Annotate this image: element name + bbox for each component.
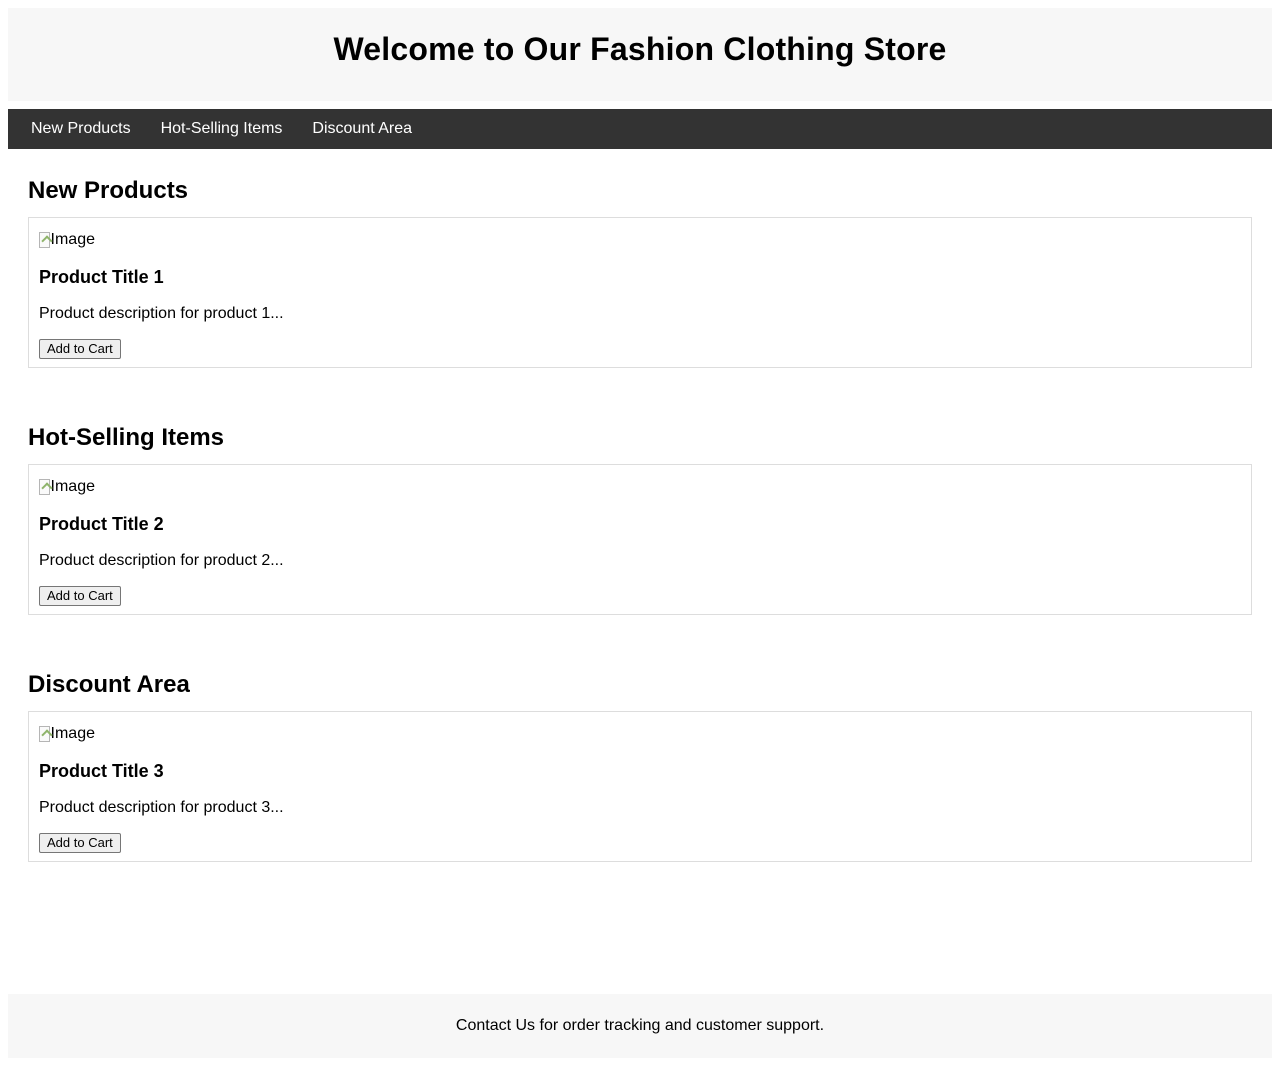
add-to-cart-button[interactable]: Add to Cart xyxy=(39,339,121,359)
page: Welcome to Our Fashion Clothing Store Ne… xyxy=(0,0,1280,1073)
product-image: Image xyxy=(39,724,95,744)
store-header: Welcome to Our Fashion Clothing Store xyxy=(8,8,1272,101)
product-title: Product Title 3 xyxy=(39,761,164,781)
product-description: Product description for product 3... xyxy=(39,799,284,816)
nav-link-new-products[interactable]: New Products xyxy=(16,113,146,145)
product-description: Product description for product 2... xyxy=(39,552,284,569)
footer-contact-text: Contact Us for order tracking and custom… xyxy=(455,1017,825,1034)
product-description: Product description for product 1... xyxy=(39,305,284,322)
section-heading: New Products xyxy=(28,177,189,204)
product-card: Image Product Title 2 Product descriptio… xyxy=(28,464,1252,615)
main-nav: New Products Hot-Selling Items Discount … xyxy=(8,109,1272,149)
product-image-alt: Image xyxy=(50,231,95,248)
add-to-cart-button[interactable]: Add to Cart xyxy=(39,586,121,606)
product-card: Image Product Title 1 Product descriptio… xyxy=(28,217,1252,368)
broken-image-icon xyxy=(39,726,50,742)
section-heading: Hot-Selling Items xyxy=(28,424,225,451)
nav-link-hot-selling-items[interactable]: Hot-Selling Items xyxy=(146,113,298,145)
product-title: Product Title 2 xyxy=(39,514,164,534)
add-to-cart-button[interactable]: Add to Cart xyxy=(39,833,121,853)
store-title: Welcome to Our Fashion Clothing Store xyxy=(333,31,947,67)
nav-link-discount-area[interactable]: Discount Area xyxy=(297,113,427,145)
product-image: Image xyxy=(39,230,95,250)
broken-image-icon xyxy=(39,232,50,248)
product-card: Image Product Title 3 Product descriptio… xyxy=(28,711,1252,862)
section-heading: Discount Area xyxy=(28,671,190,698)
store-footer: Contact Us for order tracking and custom… xyxy=(8,994,1272,1058)
product-image-alt: Image xyxy=(50,725,95,742)
broken-image-icon xyxy=(39,479,50,495)
section-hot-selling-items: Hot-Selling Items Image Product Title 2 … xyxy=(8,396,1272,615)
section-discount-area: Discount Area Image Product Title 3 Prod… xyxy=(8,643,1272,862)
product-image-alt: Image xyxy=(50,478,95,495)
section-new-products: New Products Image Product Title 1 Produ… xyxy=(8,149,1272,368)
product-image: Image xyxy=(39,477,95,497)
product-title: Product Title 1 xyxy=(39,267,164,287)
